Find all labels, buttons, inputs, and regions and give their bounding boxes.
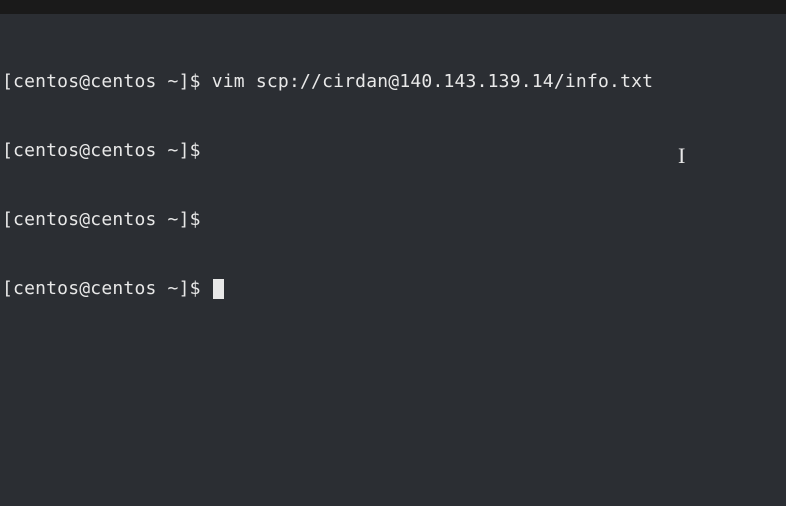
shell-prompt: [centos@centos ~]$ [2, 278, 212, 299]
terminal-line: [centos@centos ~]$ [2, 208, 784, 231]
terminal-area[interactable]: [centos@centos ~]$ vim scp://cirdan@140.… [0, 14, 786, 325]
terminal-line: [centos@centos ~]$ [2, 139, 784, 162]
shell-prompt: [centos@centos ~]$ [2, 140, 201, 161]
shell-prompt: [centos@centos ~]$ [2, 209, 201, 230]
terminal-line: [centos@centos ~]$ vim scp://cirdan@140.… [2, 70, 784, 93]
window-titlebar[interactable] [0, 0, 786, 14]
shell-command: vim scp://cirdan@140.143.139.14/info.txt [212, 71, 653, 92]
shell-prompt: [centos@centos ~]$ [2, 71, 212, 92]
terminal-cursor [213, 279, 224, 299]
terminal-line: [centos@centos ~]$ [2, 277, 784, 300]
